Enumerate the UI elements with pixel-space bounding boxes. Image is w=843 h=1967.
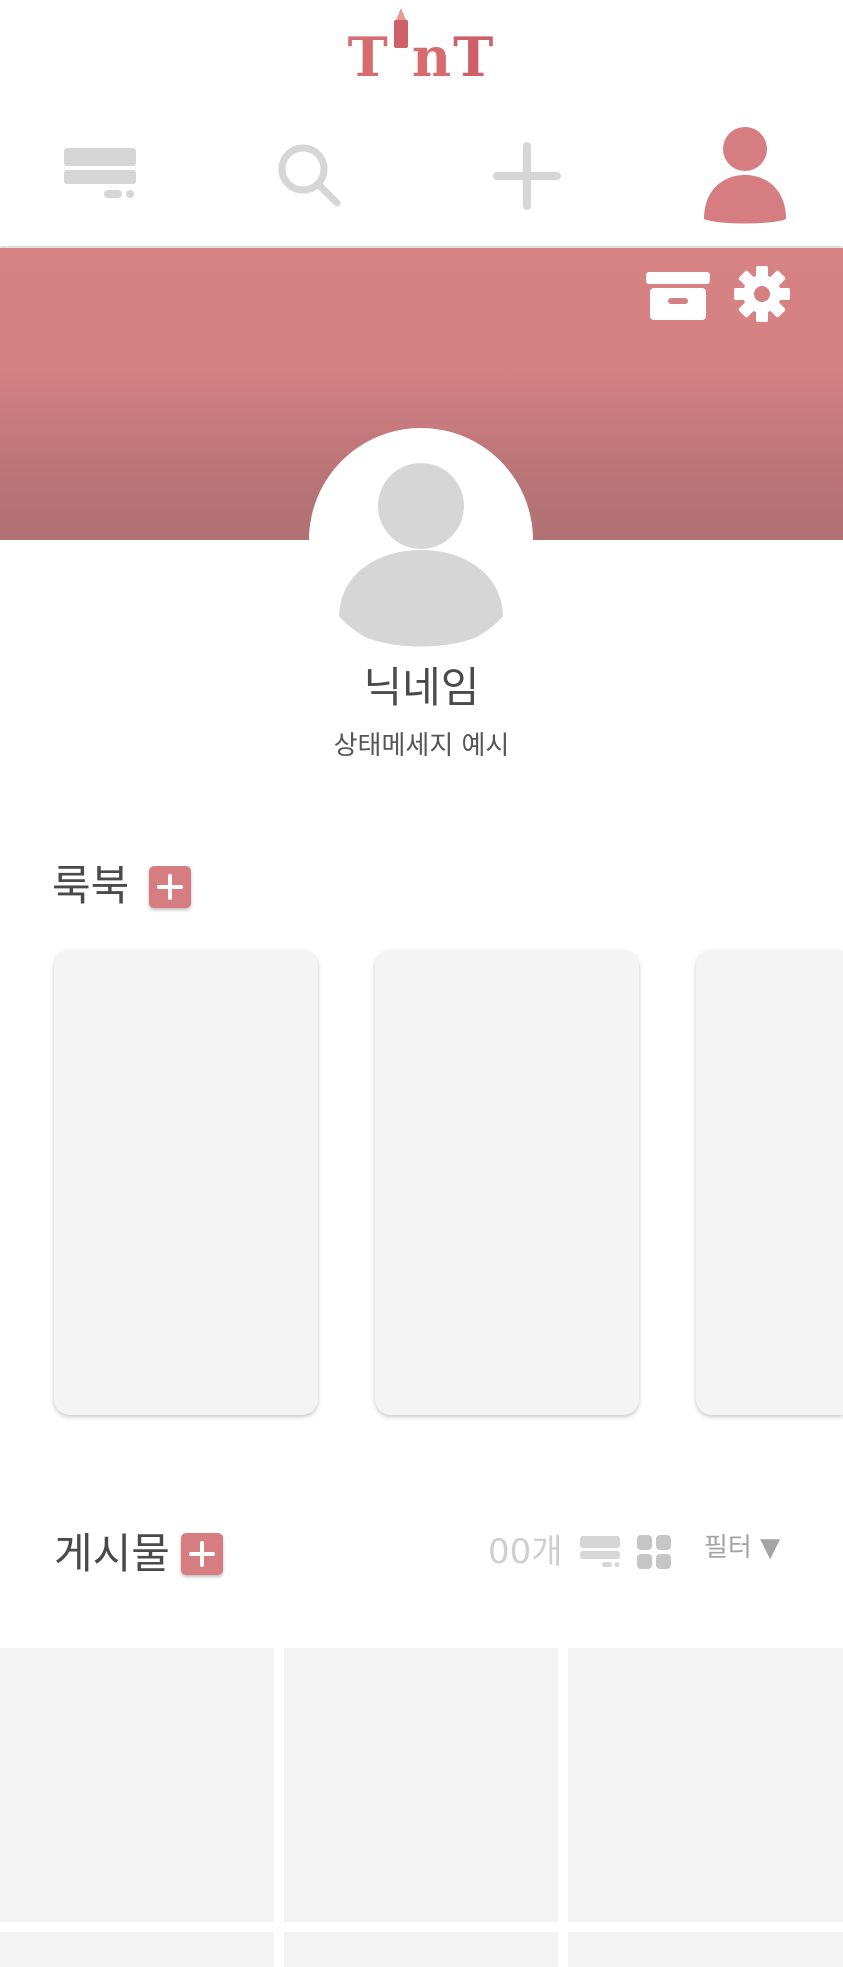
add-lookbook-button[interactable] xyxy=(149,866,191,908)
lipstick-icon xyxy=(390,8,412,76)
archive-icon xyxy=(646,272,710,320)
post-thumbnail[interactable] xyxy=(284,1648,558,1922)
post-thumbnail[interactable] xyxy=(284,1932,558,1967)
gear-icon xyxy=(734,266,790,322)
settings-button[interactable] xyxy=(734,266,790,322)
posts-title: 게시물 xyxy=(54,1529,170,1578)
grid-view-button[interactable] xyxy=(636,1534,672,1574)
post-count: 00개 xyxy=(488,1532,563,1572)
list-view-button[interactable] xyxy=(578,1534,622,1574)
logo-letter-n: n xyxy=(411,25,454,89)
post-thumbnail[interactable] xyxy=(0,1932,274,1967)
search-icon xyxy=(278,144,341,207)
list-view-icon xyxy=(580,1536,620,1567)
app-logo: TnT xyxy=(0,8,843,90)
post-thumbnail[interactable] xyxy=(568,1648,843,1922)
nav-add[interactable] xyxy=(427,106,627,246)
post-thumbnail[interactable] xyxy=(568,1932,843,1967)
nav-profile[interactable] xyxy=(647,106,843,246)
add-post-button[interactable] xyxy=(181,1533,223,1575)
filter-dropdown[interactable]: 필터 ▼ xyxy=(704,1530,780,1566)
logo-letter-t: T xyxy=(347,25,390,89)
lookbook-card[interactable] xyxy=(54,950,318,1415)
avatar-placeholder-icon xyxy=(339,463,503,647)
archive-button[interactable] xyxy=(646,270,710,322)
plus-icon xyxy=(493,142,561,210)
lookbook-title: 룩북 xyxy=(52,861,130,910)
post-thumbnail[interactable] xyxy=(0,1648,274,1922)
nav-search[interactable] xyxy=(210,106,410,246)
status-message: 상태메세지 예시 xyxy=(333,731,510,761)
grid-view-icon xyxy=(637,1535,671,1569)
logo-letter-t2: T xyxy=(453,25,496,89)
nickname: 닉네임 xyxy=(363,663,480,712)
feed-icon xyxy=(64,148,136,198)
plus-icon xyxy=(189,1541,215,1567)
lookbook-card[interactable] xyxy=(696,950,843,1415)
avatar[interactable] xyxy=(309,428,533,652)
nav-feed[interactable] xyxy=(0,106,200,246)
profile-icon xyxy=(704,127,786,224)
lookbook-card[interactable] xyxy=(375,950,639,1415)
top-nav xyxy=(0,106,843,246)
plus-icon xyxy=(157,874,183,900)
